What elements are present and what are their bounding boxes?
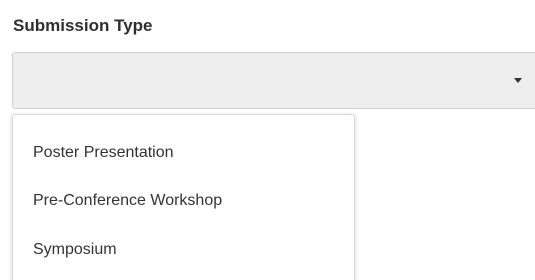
dropdown-option-symposium[interactable]: Symposium <box>13 226 354 274</box>
submission-type-select[interactable] <box>12 52 535 109</box>
submission-type-label: Submission Type <box>13 16 153 35</box>
dropdown-menu: Poster Presentation Pre-Conference Works… <box>12 114 355 280</box>
caret-down-icon[interactable] <box>514 78 522 83</box>
dropdown-option-pre-conference-workshop[interactable]: Pre-Conference Workshop <box>13 177 354 225</box>
dropdown-option-poster-presentation[interactable]: Poster Presentation <box>13 129 354 177</box>
form-page: Submission Type Poster Presentation Pre-… <box>0 0 535 280</box>
